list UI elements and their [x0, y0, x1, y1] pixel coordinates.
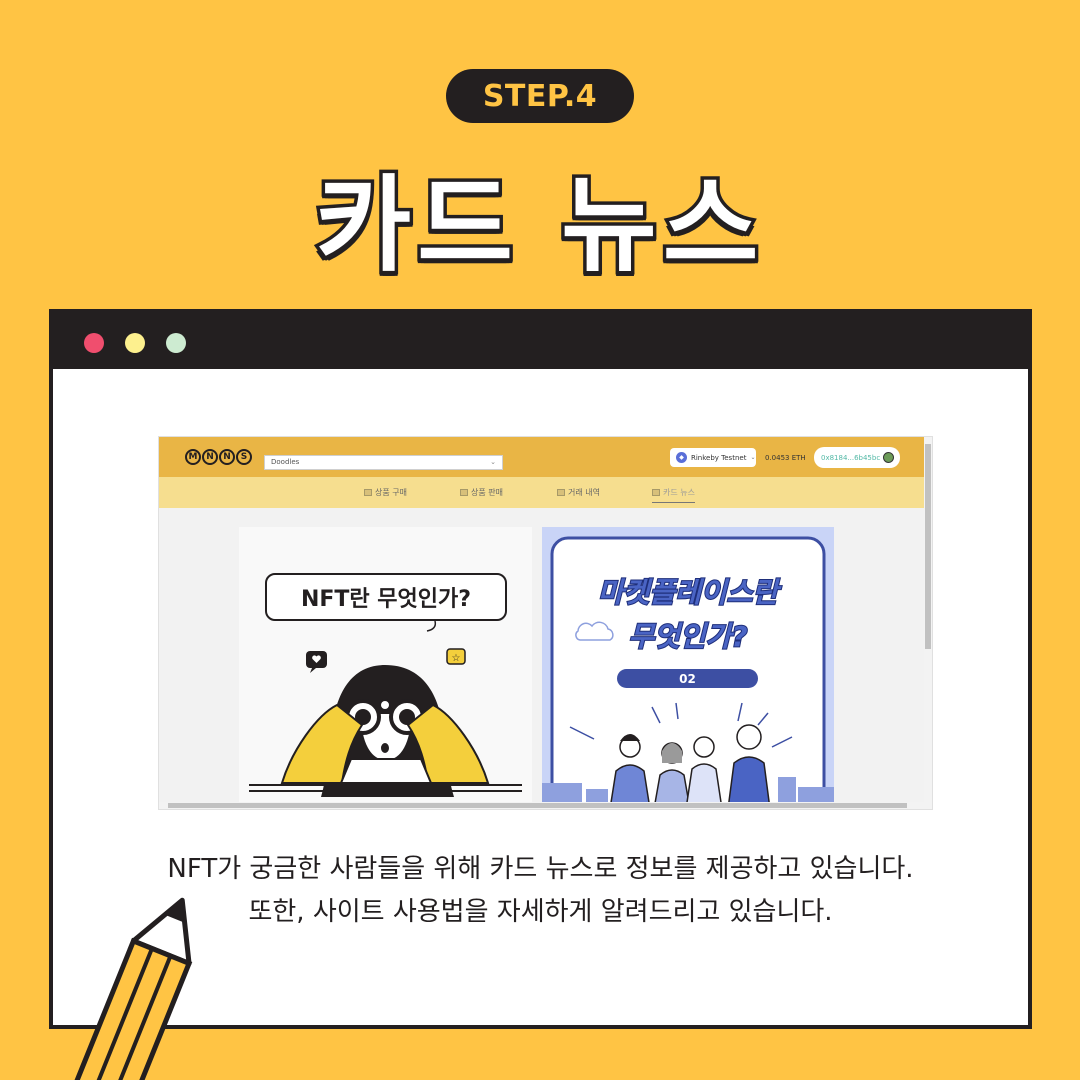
- network-selector[interactable]: ◆ Rinkeby Testnet ⌄: [670, 448, 756, 467]
- app-header: M N N S Doodles ⌄ ◆ Rinkeby Testnet ⌄ 0.…: [159, 437, 932, 477]
- scrollbar-thumb[interactable]: [925, 444, 931, 649]
- horizontal-scrollbar[interactable]: [159, 802, 926, 809]
- nav-item-label: 카드 뉴스: [663, 488, 695, 497]
- vertical-scrollbar[interactable]: [924, 437, 932, 809]
- document-icon: [557, 489, 565, 496]
- minimize-dot-icon[interactable]: [125, 333, 145, 353]
- pencil-icon: [62, 897, 193, 1080]
- ethereum-icon: ◆: [676, 452, 687, 463]
- card-title-line1: 마켓플레이스란: [597, 575, 779, 610]
- maximize-dot-icon[interactable]: [166, 333, 186, 353]
- logo-letter: N: [202, 449, 218, 465]
- nav-item-sell[interactable]: 상품 판매: [460, 487, 503, 498]
- card-number-badge: 02: [617, 669, 758, 688]
- collection-select-value: Doodles: [271, 458, 300, 466]
- logo-letter: S: [236, 449, 252, 465]
- chevron-down-icon: ⌄: [490, 458, 496, 466]
- nav-item-label: 상품 판매: [471, 488, 503, 497]
- close-dot-icon[interactable]: [84, 333, 104, 353]
- page-title: 카드 뉴스: [312, 161, 765, 290]
- image-icon: [460, 489, 468, 496]
- svg-text:☆: ☆: [452, 653, 461, 664]
- scrollbar-thumb[interactable]: [168, 803, 907, 808]
- collection-select[interactable]: Doodles ⌄: [264, 455, 503, 470]
- card-news-item[interactable]: 마켓플레이스란 무엇인가? 02: [542, 527, 834, 809]
- app-screenshot: M N N S Doodles ⌄ ◆ Rinkeby Testnet ⌄ 0.…: [158, 436, 933, 810]
- nav-item-history[interactable]: 거래 내역: [557, 487, 600, 498]
- wallet-address-button[interactable]: 0x8184...6b45bc: [814, 447, 900, 468]
- card-frame-illustration: [542, 536, 834, 809]
- news-icon: [652, 489, 660, 496]
- network-label: Rinkeby Testnet: [691, 453, 747, 462]
- wallet-address: 0x8184...6b45bc: [821, 453, 881, 462]
- binoculars-woman-illustration: ☆: [249, 620, 522, 797]
- nav-item-card-news[interactable]: 카드 뉴스: [652, 487, 695, 503]
- app-nav: 상품 구매 상품 판매 거래 내역 카드 뉴스: [159, 477, 932, 508]
- eth-balance: 0.0453 ETH: [765, 454, 806, 462]
- chevron-down-icon: ⌄: [750, 454, 756, 461]
- logo-letter: M: [185, 449, 201, 465]
- avatar: [883, 452, 895, 463]
- card-news-list: NFT란 무엇인가? ☆ 마켓플레이스란 무엇인가? 02: [159, 508, 932, 809]
- nav-item-buy[interactable]: 상품 구매: [364, 487, 407, 498]
- cart-icon: [364, 489, 372, 496]
- logo-letter: N: [219, 449, 235, 465]
- step-badge: STEP.4: [446, 69, 634, 123]
- nav-item-label: 거래 내역: [568, 488, 600, 497]
- logo[interactable]: M N N S: [185, 449, 252, 465]
- card-news-item[interactable]: NFT란 무엇인가? ☆: [239, 527, 532, 809]
- window-titlebar: [53, 313, 1028, 369]
- card-title-line2: 무엇인가?: [627, 619, 748, 654]
- nav-item-label: 상품 구매: [375, 488, 407, 497]
